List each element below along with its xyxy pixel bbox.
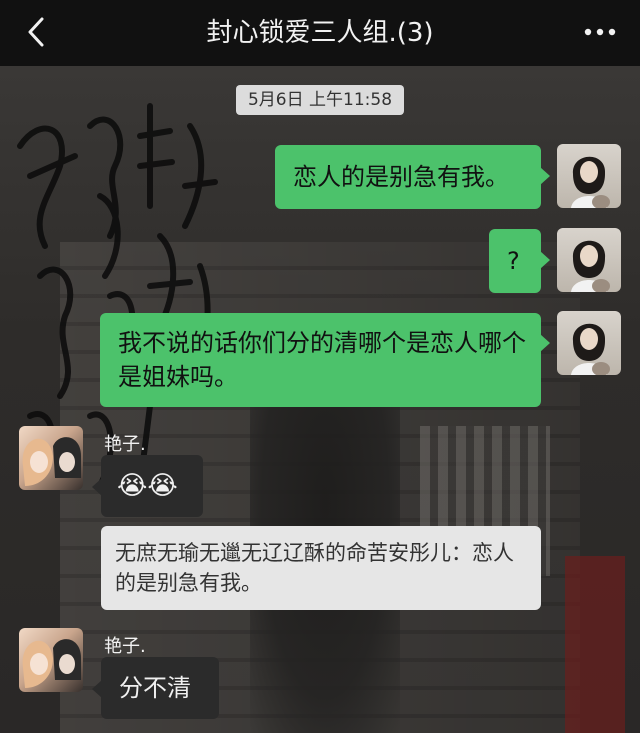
avatar-other[interactable] xyxy=(19,426,83,490)
chevron-left-icon xyxy=(28,17,44,47)
message-text: 恋人的是别急有我。 xyxy=(293,163,509,191)
avatar-photo-icon xyxy=(571,323,610,375)
bubble-tail xyxy=(540,167,550,185)
avatar-self[interactable] xyxy=(557,311,621,375)
message-bubble-other[interactable]: 😭😭 xyxy=(101,455,203,517)
background-sign xyxy=(565,556,625,733)
message-bubble-other[interactable]: 分不清 xyxy=(101,657,219,719)
message-text: 分不清 xyxy=(119,674,191,702)
chat-header: 封心锁爱三人组.(3) xyxy=(0,0,640,66)
avatar-self[interactable] xyxy=(557,144,621,208)
bubble-tail xyxy=(540,251,550,269)
chat-title: 封心锁爱三人组.(3) xyxy=(206,18,434,48)
avatar-photo-icon xyxy=(571,240,610,292)
message-bubble-self[interactable]: 我不说的话你们分的清哪个是恋人哪个是姐妹吗。 xyxy=(100,313,541,407)
more-button[interactable] xyxy=(578,14,622,50)
sender-name: 艳子. xyxy=(104,434,146,455)
emoji-text: 😭😭 xyxy=(117,471,178,501)
avatar-photo-icon xyxy=(571,156,610,208)
message-text: ? xyxy=(507,247,520,275)
sender-name: 艳子. xyxy=(104,636,146,657)
more-dots-icon xyxy=(584,28,616,36)
quoted-text: 无庶无瑜无邋无辽辽酥的命苦安彤儿：恋人的是别急有我。 xyxy=(115,541,514,595)
bubble-tail xyxy=(540,334,550,352)
avatar-self[interactable] xyxy=(557,228,621,292)
back-button[interactable] xyxy=(18,14,54,50)
avatar-other[interactable] xyxy=(19,628,83,692)
avatar-photo-icon xyxy=(22,437,81,486)
message-bubble-self[interactable]: 恋人的是别急有我。 xyxy=(275,145,541,209)
message-text: 我不说的话你们分的清哪个是恋人哪个是姐妹吗。 xyxy=(118,329,526,391)
message-bubble-self[interactable]: ? xyxy=(489,229,541,293)
quoted-message[interactable]: 无庶无瑜无邋无辽辽酥的命苦安彤儿：恋人的是别急有我。 xyxy=(101,526,541,610)
chat-area[interactable]: 5月6日 上午11:58 恋人的是别急有我。 ? 我不说的话你们分的清哪个是恋人… xyxy=(0,66,640,733)
avatar-photo-icon xyxy=(22,639,81,688)
message-timestamp: 5月6日 上午11:58 xyxy=(236,85,404,115)
